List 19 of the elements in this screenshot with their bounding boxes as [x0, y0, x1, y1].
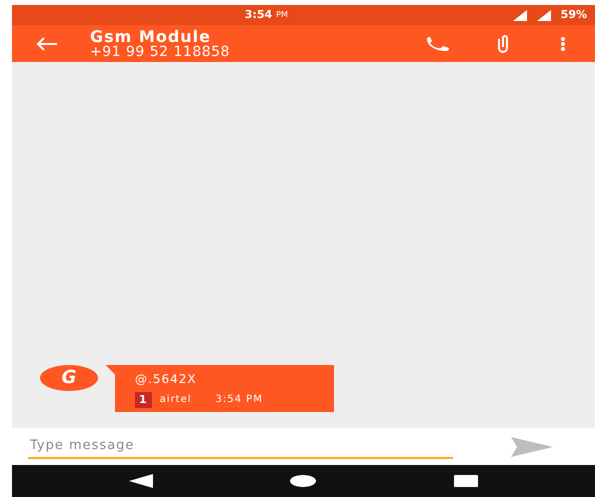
send-icon[interactable] — [511, 436, 553, 456]
status-time: 3:54 — [244, 6, 272, 23]
status-ampm: PM — [276, 9, 288, 21]
message-time: 3:54 PM — [216, 393, 263, 408]
signal-icon — [536, 10, 553, 20]
phone-number: +91 99 52 118858 — [90, 44, 230, 60]
recents-icon[interactable] — [454, 475, 478, 487]
message-text: @.5642X — [135, 370, 198, 388]
attachment-icon[interactable] — [497, 34, 509, 52]
home-icon[interactable] — [290, 475, 316, 487]
phone-icon[interactable] — [425, 36, 451, 52]
contact-name: Gsm Module — [90, 28, 212, 44]
battery-level: 59% — [560, 6, 588, 23]
avatar: G — [40, 364, 98, 390]
more-options-icon[interactable] — [561, 36, 565, 50]
signal-icon — [512, 10, 529, 20]
carrier-name: airtel — [160, 393, 192, 408]
back-icon[interactable] — [128, 474, 153, 488]
sim-indicator: 1 — [135, 392, 152, 408]
